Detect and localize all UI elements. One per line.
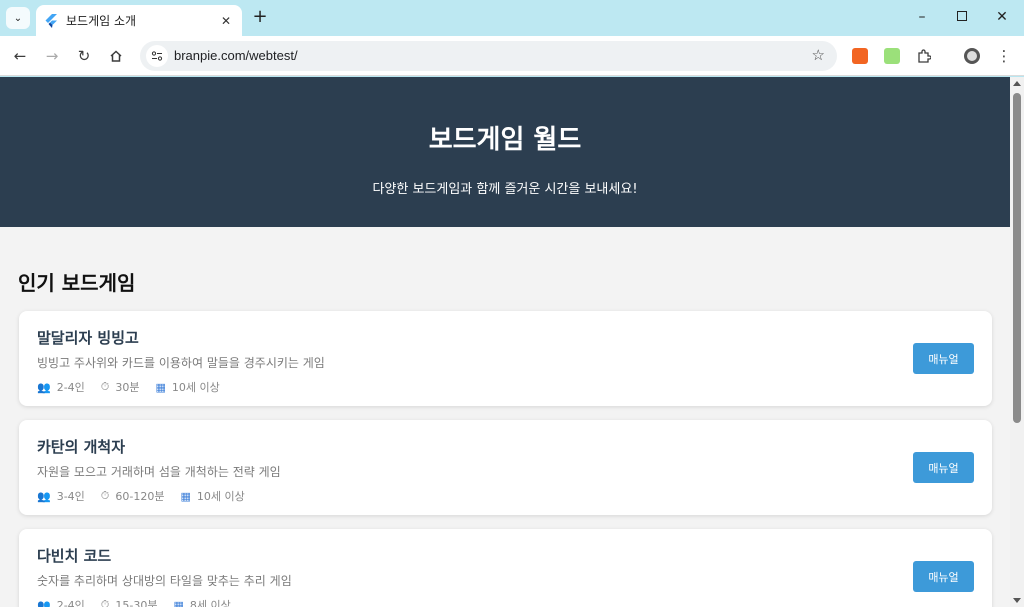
maximize-icon[interactable] xyxy=(950,6,974,28)
page-scrollbar[interactable] xyxy=(1010,77,1024,607)
tab-search-button[interactable]: ⌄ xyxy=(6,7,30,29)
time-text: 60-120분 xyxy=(115,490,165,503)
address-bar[interactable]: branpie.com/webtest/ ☆ xyxy=(140,41,837,71)
timer-icon: ⏱ xyxy=(100,598,110,607)
site-info-icon[interactable] xyxy=(146,45,168,67)
game-name: 다빈치 코드 xyxy=(37,547,112,565)
time-text: 30분 xyxy=(115,381,140,394)
hero-banner: 보드게임 월드 다양한 보드게임과 함께 즐거운 시간을 보내세요! xyxy=(0,77,1010,227)
new-tab-button[interactable]: + xyxy=(250,8,270,28)
people-icon: 👥 xyxy=(37,489,51,503)
age-text: 10세 이상 xyxy=(171,381,220,394)
timer-icon: ⏱ xyxy=(100,489,110,502)
timer-icon: ⏱ xyxy=(100,380,110,393)
scroll-down-icon[interactable] xyxy=(1013,598,1021,603)
scroll-up-icon[interactable] xyxy=(1013,81,1021,86)
browser-toolbar: ← → ↻ branpie.com/webtest/ ☆ ⋮ xyxy=(0,36,1024,76)
flutter-favicon-icon xyxy=(44,13,58,28)
game-description: 자원을 모으고 거래하며 섬을 개척하는 전략 게임 xyxy=(37,465,281,479)
bookmark-star-icon[interactable]: ☆ xyxy=(812,46,825,64)
manual-button[interactable]: 매뉴얼 xyxy=(913,343,974,374)
url-text: branpie.com/webtest/ xyxy=(174,48,298,63)
chevron-down-icon: ⌄ xyxy=(13,12,23,24)
close-icon[interactable]: ✕ xyxy=(218,14,234,28)
calendar-icon: ▦ xyxy=(173,598,184,607)
page-viewport: 보드게임 월드 다양한 보드게임과 함께 즐거운 시간을 보내세요! 인기 보드… xyxy=(0,77,1010,607)
game-name: 카탄의 개척자 xyxy=(37,438,126,456)
section-title: 인기 보드게임 xyxy=(18,271,136,295)
game-meta: 👥 2-4인 ⏱ 30분 ▦ 10세 이상 xyxy=(37,379,236,395)
game-meta: 👥 2-4인 ⏱ 15-30분 ▦ 8세 이상 xyxy=(37,597,247,607)
minimize-icon[interactable]: – xyxy=(910,6,934,28)
game-name: 말달리자 빙빙고 xyxy=(37,329,139,347)
reload-icon[interactable]: ↻ xyxy=(72,44,96,68)
profile-avatar[interactable] xyxy=(960,44,984,68)
people-icon: 👥 xyxy=(37,598,51,607)
scrollbar-thumb[interactable] xyxy=(1013,93,1021,423)
people-icon: 👥 xyxy=(37,380,51,394)
time-text: 15-30분 xyxy=(115,599,158,607)
menu-kebab-icon[interactable]: ⋮ xyxy=(992,44,1016,68)
home-icon[interactable] xyxy=(104,44,128,68)
game-card: 카탄의 개척자 자원을 모으고 거래하며 섬을 개척하는 전략 게임 👥 3-4인… xyxy=(19,420,992,515)
extension-icon[interactable] xyxy=(852,48,868,64)
game-description: 빙빙고 주사위와 카드를 이용하여 말들을 경주시키는 게임 xyxy=(37,356,325,370)
calendar-icon: ▦ xyxy=(155,380,166,394)
calendar-icon: ▦ xyxy=(180,489,191,503)
age-text: 8세 이상 xyxy=(189,599,231,607)
age-text: 10세 이상 xyxy=(196,490,245,503)
manual-button[interactable]: 매뉴얼 xyxy=(913,561,974,592)
page-subtitle: 다양한 보드게임과 함께 즐거운 시간을 보내세요! xyxy=(372,182,638,197)
window-close-icon[interactable]: ✕ xyxy=(990,6,1014,28)
players-text: 3-4인 xyxy=(56,490,85,503)
tab-title: 보드게임 소개 xyxy=(66,14,137,28)
extension-icon[interactable] xyxy=(884,48,900,64)
manual-button[interactable]: 매뉴얼 xyxy=(913,452,974,483)
players-text: 2-4인 xyxy=(56,599,85,607)
extensions-puzzle-icon[interactable] xyxy=(912,44,936,68)
players-text: 2-4인 xyxy=(56,381,85,394)
browser-tab[interactable]: 보드게임 소개 ✕ xyxy=(36,5,242,36)
game-card: 다빈치 코드 숫자를 추리하며 상대방의 타일을 맞추는 추리 게임 👥 2-4인… xyxy=(19,529,992,607)
tab-strip: ⌄ 보드게임 소개 ✕ + – ✕ xyxy=(0,0,1024,36)
game-description: 숫자를 추리하며 상대방의 타일을 맞추는 추리 게임 xyxy=(37,574,292,588)
back-icon[interactable]: ← xyxy=(8,44,32,68)
forward-icon[interactable]: → xyxy=(40,44,64,68)
game-meta: 👥 3-4인 ⏱ 60-120분 ▦ 10세 이상 xyxy=(37,488,261,504)
game-card: 말달리자 빙빙고 빙빙고 주사위와 카드를 이용하여 말들을 경주시키는 게임 … xyxy=(19,311,992,406)
page-title: 보드게임 월드 xyxy=(428,125,582,155)
